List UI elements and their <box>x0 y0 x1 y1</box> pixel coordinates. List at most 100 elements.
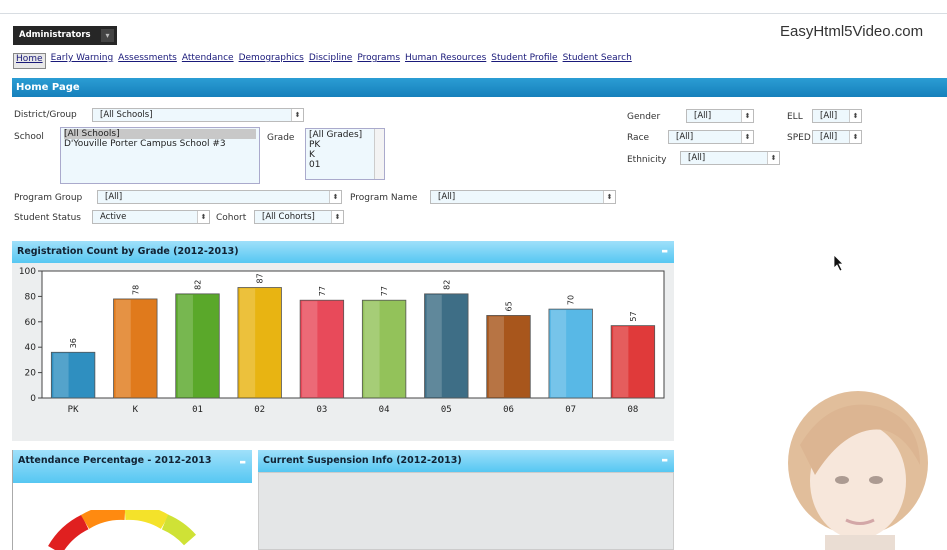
select-arrows-icon: ⬍ <box>741 110 753 122</box>
school-option[interactable]: [All Schools] <box>64 129 256 139</box>
nav-human-resources[interactable]: Human Resources <box>405 53 486 69</box>
ell-select[interactable]: [All] ⬍ <box>812 109 862 123</box>
suspension-content <box>258 472 674 550</box>
bar-highlight <box>488 316 504 397</box>
grade-scrollbar[interactable] <box>374 129 384 179</box>
nav-attendance[interactable]: Attendance <box>182 53 234 69</box>
nav-student-search[interactable]: Student Search <box>563 53 632 69</box>
program-group-select[interactable]: [All] ⬍ <box>97 190 342 204</box>
role-menu[interactable]: Administrators ▾ <box>13 26 117 45</box>
program-name-label: Program Name <box>350 193 418 203</box>
chevron-down-icon[interactable]: ▾ <box>101 29 114 42</box>
student-status-select[interactable]: Active ⬍ <box>92 210 210 224</box>
cohort-label: Cohort <box>216 213 247 223</box>
nav-home[interactable]: Home <box>13 53 46 69</box>
grade-option[interactable]: [All Grades] <box>309 130 381 140</box>
sped-label: SPED <box>787 133 811 143</box>
race-select[interactable]: [All] ⬍ <box>668 130 754 144</box>
x-tick-label: 02 <box>254 405 265 415</box>
registration-panel-header: Registration Count by Grade (2012-2013) … <box>12 241 674 263</box>
data-label: 77 <box>380 286 389 296</box>
select-arrows-icon: ⬍ <box>849 131 861 143</box>
program-group-label: Program Group <box>14 193 83 203</box>
suspension-panel-header: Current Suspension Info (2012-2013) ▬ <box>258 450 674 472</box>
bar-highlight <box>426 294 442 397</box>
cohort-value: [All Cohorts] <box>262 212 315 222</box>
gender-select[interactable]: [All] ⬍ <box>686 109 754 123</box>
district-select[interactable]: [All Schools] ⬍ <box>92 108 304 122</box>
bar-highlight <box>239 288 256 397</box>
grade-option[interactable]: 01 <box>309 160 381 170</box>
grade-listbox[interactable]: [All Grades] PK K 01 <box>305 128 385 180</box>
main-nav: Home Early Warning Assessments Attendanc… <box>13 53 637 69</box>
suspension-panel-title: Current Suspension Info (2012-2013) <box>263 455 462 466</box>
school-label: School <box>14 132 44 142</box>
y-tick-label: 40 <box>25 343 37 353</box>
school-listbox[interactable]: [All Schools] D'Youville Porter Campus S… <box>60 127 260 184</box>
x-tick-label: K <box>133 405 139 415</box>
program-group-value: [All] <box>105 192 123 202</box>
grade-label: Grade <box>267 133 295 143</box>
ethnicity-value: [All] <box>688 153 706 163</box>
bar-highlight <box>115 299 131 397</box>
registration-bar-chart: 0 20 40 60 80 100 36 PK 78 K 82 01 87 02 77 03 77 04 82 05 6… <box>19 267 665 415</box>
suspension-panel: Current Suspension Info (2012-2013) ▬ <box>258 450 674 550</box>
grade-option[interactable]: K <box>309 150 381 160</box>
program-name-select[interactable]: [All] ⬍ <box>430 190 616 204</box>
collapse-icon[interactable]: ▬ <box>661 456 668 464</box>
collapse-icon[interactable]: ▬ <box>239 456 246 468</box>
bar-highlight <box>613 326 629 397</box>
ell-label: ELL <box>787 112 803 122</box>
grade-option[interactable]: PK <box>309 140 381 150</box>
y-tick-label: 60 <box>25 318 37 328</box>
window-top-strip <box>0 0 947 14</box>
bar-highlight <box>364 301 380 397</box>
registration-panel-title: Registration Count by Grade (2012-2013) <box>17 246 239 257</box>
program-name-value: [All] <box>438 192 456 202</box>
registration-panel: Registration Count by Grade (2012-2013) … <box>12 241 674 441</box>
mouse-cursor-icon <box>833 254 844 272</box>
x-tick-label: 01 <box>192 405 203 415</box>
data-label: 77 <box>318 286 327 296</box>
nav-student-profile[interactable]: Student Profile <box>491 53 557 69</box>
data-label: 87 <box>256 273 265 283</box>
ethnicity-select[interactable]: [All] ⬍ <box>680 151 780 165</box>
nav-early-warning[interactable]: Early Warning <box>51 53 114 69</box>
data-label: 57 <box>629 311 638 321</box>
registration-chart-area: 0 20 40 60 80 100 36 PK 78 K 82 01 87 02 77 03 77 04 82 05 6… <box>12 263 674 441</box>
school-option[interactable]: D'Youville Porter Campus School #3 <box>64 139 256 149</box>
y-tick-label: 100 <box>19 267 36 277</box>
x-tick-label: 04 <box>379 405 390 415</box>
bar-highlight <box>53 353 69 397</box>
student-status-value: Active <box>100 212 127 222</box>
cohort-select[interactable]: [All Cohorts] ⬍ <box>254 210 344 224</box>
collapse-icon[interactable]: ▬ <box>661 247 668 255</box>
ell-value: [All] <box>820 111 838 121</box>
watermark-text: EasyHtml5Video.com <box>780 23 924 40</box>
nav-discipline[interactable]: Discipline <box>309 53 353 69</box>
data-label: 70 <box>567 295 576 305</box>
y-tick-label: 80 <box>25 292 37 302</box>
x-tick-label: 06 <box>503 405 514 415</box>
x-tick-label: 03 <box>316 405 327 415</box>
x-tick-label: 07 <box>565 405 576 415</box>
nav-programs[interactable]: Programs <box>357 53 400 69</box>
select-arrows-icon: ⬍ <box>603 191 615 203</box>
x-tick-label: 05 <box>441 405 452 415</box>
data-label: 36 <box>69 338 78 348</box>
presenter-avatar <box>788 391 928 550</box>
x-tick-label: PK <box>68 405 79 415</box>
nav-demographics[interactable]: Demographics <box>239 53 304 69</box>
sped-select[interactable]: [All] ⬍ <box>812 130 862 144</box>
gender-value: [All] <box>694 111 712 121</box>
select-arrows-icon: ⬍ <box>767 152 779 164</box>
x-tick-label: 08 <box>627 405 638 415</box>
district-label: District/Group <box>14 110 77 120</box>
select-arrows-icon: ⬍ <box>741 131 753 143</box>
select-arrows-icon: ⬍ <box>329 191 341 203</box>
ethnicity-label: Ethnicity <box>627 155 667 165</box>
nav-assessments[interactable]: Assessments <box>118 53 177 69</box>
race-label: Race <box>627 133 650 143</box>
sped-value: [All] <box>820 132 838 142</box>
data-label: 82 <box>442 280 451 290</box>
